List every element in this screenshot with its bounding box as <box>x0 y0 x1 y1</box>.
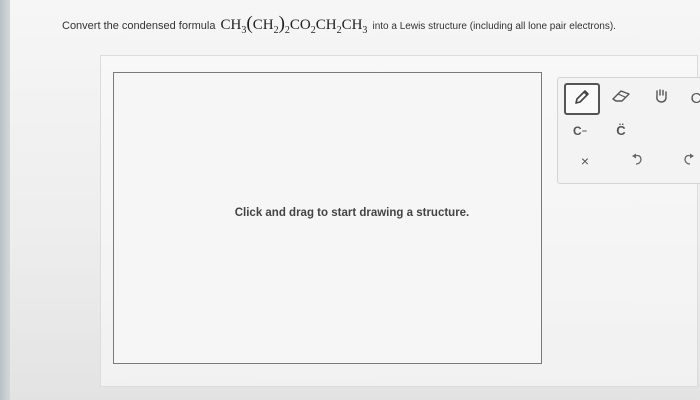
redo-icon <box>682 152 696 171</box>
question-text: Convert the condensed formula CH3(CH2)2C… <box>62 13 700 42</box>
question-suffix: into a Lewis structure (including all lo… <box>372 21 616 32</box>
eraser-button[interactable] <box>606 84 636 112</box>
redo-button[interactable] <box>678 150 700 172</box>
extra-element-button[interactable]: C <box>686 84 700 112</box>
carbanion-label: C <box>573 124 582 138</box>
canvas-hint: Click and drag to start drawing a struct… <box>234 207 470 219</box>
undo-button[interactable] <box>626 150 648 172</box>
left-edge-strip <box>0 0 10 400</box>
condensed-formula: CH3(CH2)2CO2CH2CH3 <box>220 13 368 36</box>
lone-pair-button[interactable]: C̈ <box>609 116 633 144</box>
pencil-icon <box>573 88 591 111</box>
drawing-canvas[interactable]: Click and drag to start drawing a struct… <box>113 72 542 364</box>
eraser-icon <box>610 88 632 109</box>
hand-icon <box>652 87 670 110</box>
undo-icon <box>630 152 644 171</box>
hand-button[interactable] <box>646 84 676 112</box>
carbanion-charge: − <box>581 126 587 136</box>
carbanion-button[interactable]: C − <box>568 118 592 144</box>
question-prefix: Convert the condensed formula <box>62 20 216 32</box>
pencil-button[interactable] <box>564 83 600 115</box>
tool-palette: C C − C̈ × <box>557 77 700 184</box>
close-icon[interactable]: × <box>574 150 596 172</box>
